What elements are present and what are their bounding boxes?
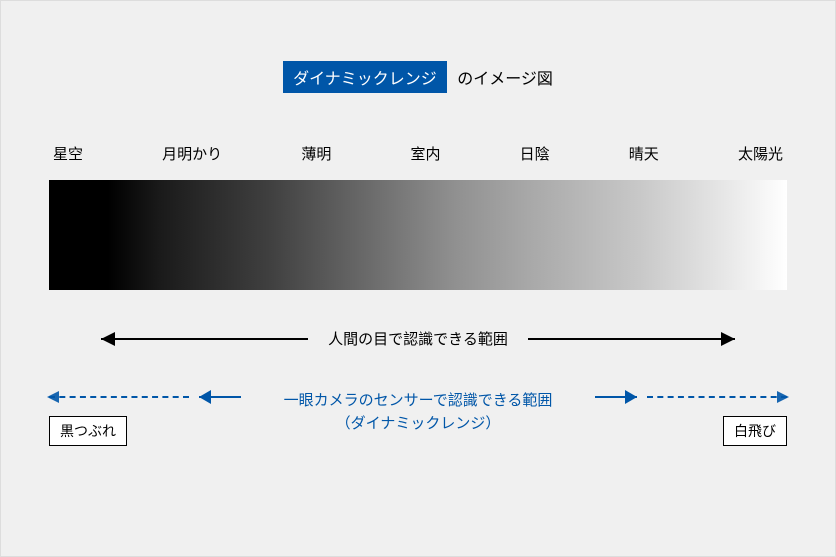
dashed-arrow-left-icon xyxy=(49,396,189,398)
scale-label: 星空 xyxy=(53,143,83,164)
camera-range-label: 一眼カメラのセンサーで認識できる範囲 （ダイナミックレンジ） xyxy=(241,390,595,435)
scale-labels: 星空 月明かり 薄明 室内 日陰 晴天 太陽光 xyxy=(49,143,787,164)
gradient-bar xyxy=(49,180,787,290)
arrow-right-icon xyxy=(528,338,735,340)
dashed-arrow-right-icon xyxy=(647,396,787,398)
title-row: ダイナミックレンジ のイメージ図 xyxy=(49,61,787,93)
human-range-row: 人間の目で認識できる範囲 xyxy=(49,328,787,358)
arrow-right-icon xyxy=(595,396,637,398)
scale-label: 日陰 xyxy=(520,143,550,164)
scale-label: 薄明 xyxy=(301,143,331,164)
camera-range-text-1: 一眼カメラのセンサーで認識できる範囲 xyxy=(284,392,553,409)
camera-range: 一眼カメラのセンサーで認識できる範囲 （ダイナミックレンジ） xyxy=(199,390,637,435)
arrow-left-icon xyxy=(199,396,241,398)
scale-label: 太陽光 xyxy=(738,143,783,164)
clipped-light-box: 白飛び xyxy=(723,416,787,446)
scale-label: 室内 xyxy=(410,143,440,164)
title-suffix: のイメージ図 xyxy=(457,65,553,89)
camera-range-text-2: （ダイナミックレンジ） xyxy=(336,415,501,432)
diagram-container: ダイナミックレンジ のイメージ図 星空 月明かり 薄明 室内 日陰 晴天 太陽光… xyxy=(1,1,835,440)
scale-label: 月明かり xyxy=(162,143,222,164)
clipped-dark-box: 黒つぶれ xyxy=(49,416,127,446)
human-range: 人間の目で認識できる範囲 xyxy=(101,328,735,349)
arrow-left-icon xyxy=(101,338,308,340)
title-badge: ダイナミックレンジ xyxy=(283,61,447,93)
human-range-label: 人間の目で認識できる範囲 xyxy=(308,328,528,349)
scale-label: 晴天 xyxy=(629,143,659,164)
camera-range-row: 一眼カメラのセンサーで認識できる範囲 （ダイナミックレンジ） 黒つぶれ 白飛び xyxy=(49,390,787,440)
